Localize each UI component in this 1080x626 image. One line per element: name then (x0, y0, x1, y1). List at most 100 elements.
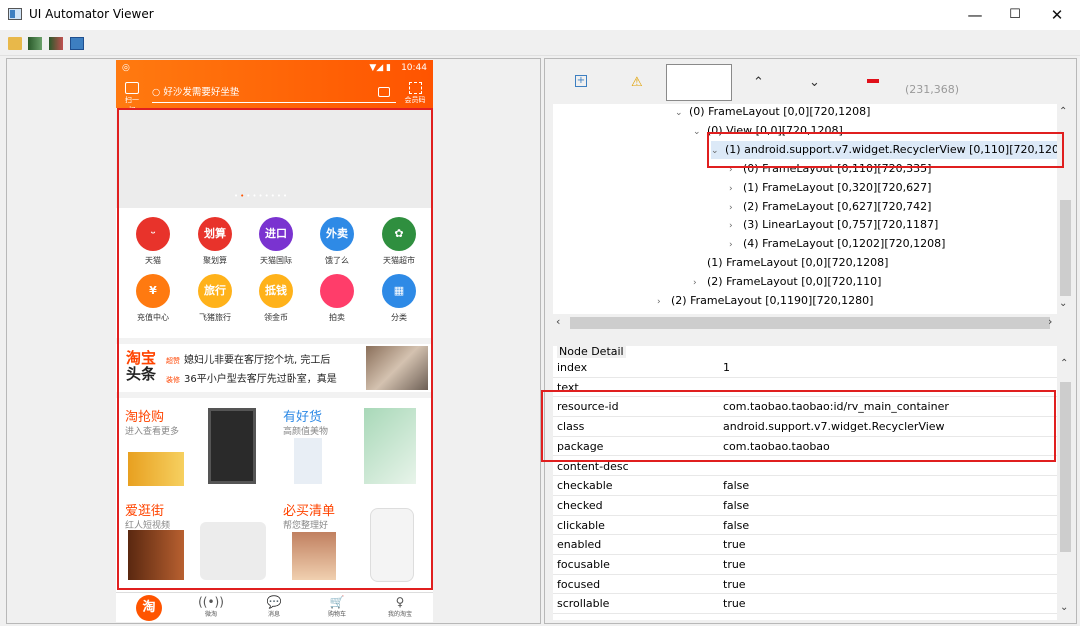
attribute-value: 1 (723, 361, 730, 374)
attribute-value: true (723, 558, 746, 571)
member-code-button[interactable]: 会员码 (404, 82, 426, 105)
attribute-row[interactable]: focused true (553, 575, 1057, 595)
attribute-row[interactable]: enabled true (553, 535, 1057, 555)
node-detail-table: index 1 text resource-id com.taobao.taobao:i… (553, 346, 1057, 620)
tree-toggle-icon[interactable]: › (729, 199, 743, 217)
scroll-down-icon[interactable]: ⌄ (1060, 602, 1068, 613)
tree-toggle-icon[interactable]: ⌄ (675, 104, 689, 122)
tree-toggle-icon[interactable]: › (657, 293, 671, 311)
tree-node[interactable]: ⌄ (0) FrameLayout [0,0][720,1208] (675, 104, 870, 121)
tree-toggle-icon[interactable]: › (729, 180, 743, 198)
next-icon[interactable]: ⌄ (809, 75, 820, 90)
device-screenshot-icon[interactable] (28, 37, 42, 50)
scroll-thumb[interactable] (1060, 382, 1071, 552)
attribute-name: clickable (557, 518, 605, 532)
bottom-navigation: 淘 ((•)) 微淘 💬 消息 🛒 购物车 ♀ 我的淘宝 (116, 592, 433, 622)
attribute-value: false (723, 479, 750, 493)
tree-toggle-icon[interactable]: › (693, 274, 707, 292)
window-title: UI Automator Viewer (29, 7, 154, 21)
search-input[interactable]: ○ 好沙发需要好坐垫 (152, 85, 396, 103)
tab-label: 微淘 (204, 611, 217, 618)
scroll-up-icon[interactable]: ⌃ (1060, 358, 1068, 369)
filter-box[interactable] (666, 64, 732, 101)
tab-weitao[interactable]: ((•)) 微淘 (186, 595, 236, 618)
tree-horizontal-scrollbar[interactable]: ‹ › (553, 315, 1057, 331)
scroll-down-icon[interactable]: ⌄ (1059, 298, 1067, 309)
attribute-row[interactable]: checked false (553, 496, 1057, 516)
attribute-name: focused (557, 577, 601, 591)
attribute-row[interactable]: index 1 (553, 358, 1057, 378)
scroll-thumb[interactable] (570, 317, 1050, 329)
attribute-name: checked (557, 498, 603, 512)
tree-node-label: (1) FrameLayout [0,0][720,1208] (707, 256, 889, 270)
qr-icon (408, 82, 422, 94)
scroll-thumb[interactable] (1060, 200, 1071, 296)
open-folder-icon[interactable] (8, 37, 22, 50)
ui-automator-window: UI Automator Viewer — ☐ ✕ ◎ ▼◢ ▮ 10:44 扫… (0, 0, 1080, 626)
tree-node[interactable]: › (1) FrameLayout [0,320][720,627] (729, 179, 931, 197)
tree-node[interactable]: › (4) FrameLayout [0,1202][720,1208] (729, 235, 945, 253)
tab-label: 购物车 (327, 611, 346, 618)
tree-node[interactable]: › (3) LinearLayout [0,757][720,1187] (729, 216, 938, 234)
tab-my-taobao[interactable]: ♀ 我的淘宝 (375, 595, 425, 618)
tree-node[interactable]: › (2) FrameLayout [0,0][720,110] (693, 273, 881, 291)
tree-node[interactable]: › (2) FrameLayout [0,1190][720,1280] (657, 292, 873, 310)
tree-toggle-icon[interactable]: › (729, 236, 743, 254)
tree-node[interactable]: (1) FrameLayout [0,0][720,1208] (693, 254, 888, 272)
attribute-row[interactable]: scrollable true (553, 594, 1057, 615)
selected-node-highlight (117, 108, 433, 590)
expand-all-icon[interactable]: + (575, 75, 587, 87)
attribute-value: false (723, 518, 750, 532)
attribute-row[interactable]: focusable true (553, 555, 1057, 575)
home-tab[interactable]: 淘 (136, 595, 162, 621)
node-detail-label: Node Detail (557, 345, 626, 358)
tree-toggle-icon[interactable]: ⌄ (693, 123, 707, 141)
previous-icon[interactable]: ⌃ (753, 75, 764, 90)
phone-clock: 10:44 (401, 63, 427, 73)
attribute-row[interactable]: checkable false (553, 476, 1057, 496)
tree-toggle-icon[interactable]: › (729, 217, 743, 235)
tab-label: 消息 (267, 611, 280, 618)
close-button[interactable]: ✕ (1034, 0, 1080, 30)
detail-scrollbar[interactable]: ⌃ ⌄ (1057, 346, 1074, 620)
save-icon[interactable] (70, 37, 84, 50)
search-placeholder: 好沙发需要好坐垫 (163, 87, 240, 98)
attribute-value: true (723, 538, 746, 552)
attribute-value: true (723, 597, 746, 611)
scroll-up-icon[interactable]: ⌃ (1059, 106, 1067, 117)
weitao-icon: ((•)) (198, 595, 224, 609)
tree-node[interactable]: › (2) FrameLayout [0,627][720,742] (729, 198, 931, 216)
attribute-row[interactable]: clickable false (553, 516, 1057, 536)
tree-node-label: (4) FrameLayout [0,1202][720,1208] (743, 237, 946, 251)
tree-node-label: (2) FrameLayout [0,0][720,110] (707, 275, 882, 289)
attribute-value: true (723, 577, 746, 591)
tab-messages[interactable]: 💬 消息 (249, 595, 299, 618)
tab-cart[interactable]: 🛒 购物车 (312, 595, 362, 618)
scan-icon (125, 82, 139, 94)
signal-icon: ▼◢ ▮ (369, 63, 391, 73)
title-bar: UI Automator Viewer — ☐ ✕ (0, 0, 1080, 30)
camera-icon[interactable] (378, 87, 390, 97)
clear-icon[interactable] (867, 79, 879, 83)
tree-node-label: (3) LinearLayout [0,757][720,1187] (743, 218, 939, 232)
tab-label: 我的淘宝 (387, 611, 412, 618)
main-toolbar (0, 30, 1080, 56)
member-label: 会员码 (404, 96, 426, 104)
scroll-left-icon[interactable]: ‹ (556, 315, 560, 328)
app-icon (8, 8, 22, 20)
attribute-name: focusable (557, 558, 610, 571)
tree-node-label: (0) FrameLayout [0,0][720,1208] (689, 105, 871, 118)
selected-tree-node-highlight (707, 132, 1064, 168)
scroll-right-icon[interactable]: › (1048, 315, 1052, 328)
tree-node-label: (2) FrameLayout [0,1190][720,1280] (671, 294, 874, 307)
device-screenshot-compressed-icon[interactable] (49, 37, 63, 50)
maximize-button[interactable]: ☐ (992, 0, 1038, 30)
search-header: 扫一扫 ○ 好沙发需要好坐垫 会员码 (116, 78, 433, 114)
attribute-name: scrollable (557, 597, 610, 611)
tree-node-label: (2) FrameLayout [0,627][720,742] (743, 199, 932, 213)
notification-icon: ◎ (122, 63, 130, 73)
attribute-value: false (723, 498, 750, 512)
tree-node-label: (1) FrameLayout [0,320][720,627] (743, 180, 932, 194)
warning-icon[interactable]: ⚠ (631, 75, 643, 90)
phone-status-bar: ◎ ▼◢ ▮ 10:44 (116, 60, 433, 78)
